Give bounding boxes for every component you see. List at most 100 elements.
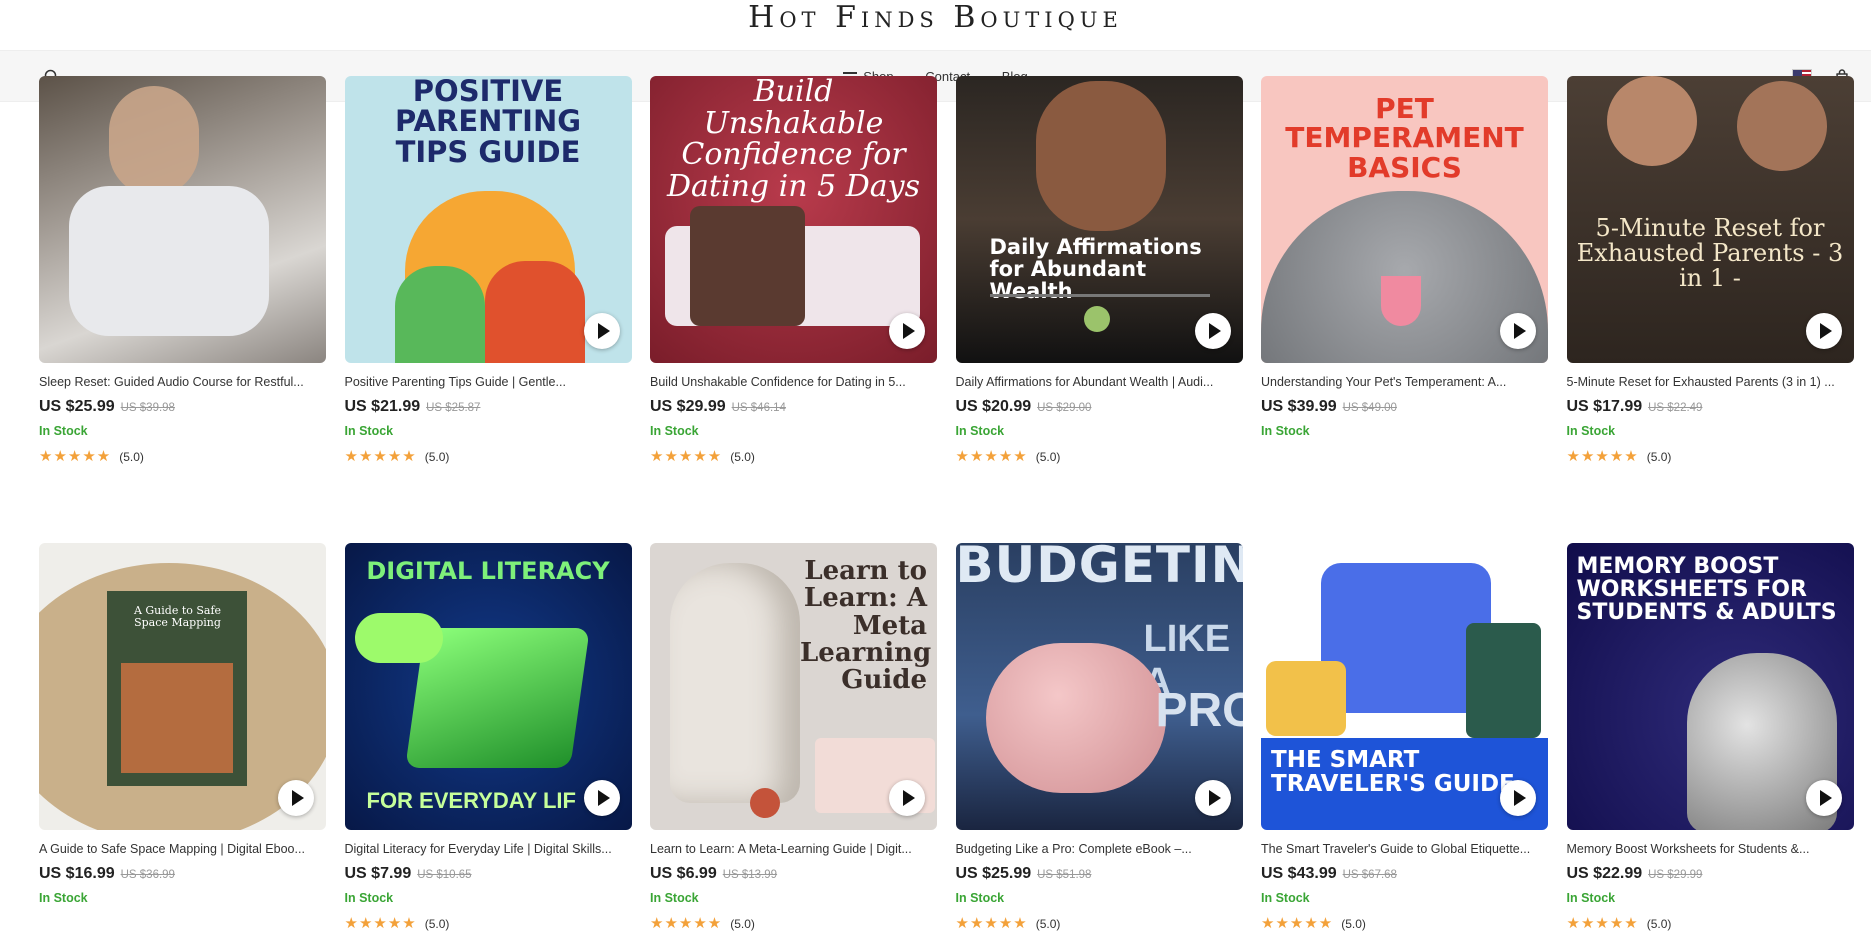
price-row: US $25.99 US $51.98 [956, 865, 1243, 883]
product-card[interactable]: Daily Affirmations for Abundant Wealth Da… [955, 76, 1243, 465]
product-old-price: US $36.99 [120, 869, 175, 881]
play-video-button[interactable] [1500, 780, 1536, 816]
rating-value: (5.0) [1646, 450, 1672, 464]
play-video-button[interactable] [889, 780, 925, 816]
product-card[interactable]: Learn to Learn: A Meta Learning Guide Lea… [650, 543, 937, 932]
cover-title-text: Build Unshakable Confidence for Dating i… [666, 76, 920, 204]
product-title[interactable]: Sleep Reset: Guided Audio Course for Res… [39, 375, 326, 389]
cover-title-text: DIGITAL LITERACY [366, 557, 610, 585]
product-card[interactable]: DIGITAL LITERACY FOR EVERYDAY LIF Digital … [344, 543, 632, 932]
product-old-price: US $51.98 [1037, 869, 1092, 881]
product-image[interactable] [39, 76, 326, 363]
product-rating: ★★★★★ (5.0) [956, 914, 1243, 932]
product-rating: ★★★★★ (5.0) [39, 447, 326, 465]
product-image[interactable]: MEMORY BOOST WORKSHEETS FOR STUDENTS & A… [1566, 543, 1854, 830]
rating-value: (5.0) [730, 917, 755, 931]
product-old-price: US $13.99 [722, 869, 778, 881]
product-card[interactable]: Sleep Reset: Guided Audio Course for Res… [39, 76, 326, 465]
stock-status: In Stock [1566, 891, 1616, 905]
product-price: US $43.99 [1261, 865, 1337, 882]
rating-value: (5.0) [1341, 917, 1366, 931]
product-old-price: US $39.98 [120, 402, 175, 414]
play-video-button[interactable] [278, 780, 314, 816]
product-price: US $22.99 [1566, 865, 1643, 882]
product-rating: ★★★★★ (5.0) [650, 914, 937, 932]
rating-value: (5.0) [424, 450, 450, 464]
product-rating: ★★★★★ (5.0) [1567, 914, 1854, 932]
product-image[interactable]: Build Unshakable Confidence for Dating i… [650, 76, 937, 363]
product-title[interactable]: Build Unshakable Confidence for Dating i… [650, 375, 937, 389]
product-title[interactable]: Budgeting Like a Pro: Complete eBook –..… [956, 842, 1243, 856]
cover-title-text: Learn to Learn: A Meta Learning Guide [800, 556, 932, 696]
product-old-price: US $25.87 [426, 402, 481, 414]
product-price: US $16.99 [39, 865, 115, 882]
product-image[interactable]: THE SMART TRAVELER'S GUIDE [1261, 543, 1548, 830]
product-card[interactable]: A Guide to Safe Space Mapping A Guide to … [39, 543, 326, 905]
product-old-price: US $49.00 [1342, 402, 1397, 414]
stock-status: In Stock [1261, 424, 1310, 438]
product-title[interactable]: Memory Boost Worksheets for Students &..… [1567, 842, 1854, 856]
cover-title-text: 5-Minute Reset for Exhausted Parents - 3… [1576, 214, 1844, 293]
product-title[interactable]: Daily Affirmations for Abundant Wealth |… [956, 375, 1243, 389]
product-price: US $20.99 [955, 398, 1032, 415]
product-card[interactable]: 5-Minute Reset for Exhausted Parents - 3… [1566, 76, 1854, 465]
cover-title-text: Daily Affirmations for Abundant Wealth [989, 235, 1202, 304]
product-price: US $25.99 [955, 865, 1032, 882]
product-title[interactable]: 5-Minute Reset for Exhausted Parents (3 … [1567, 375, 1854, 389]
product-price: US $7.99 [344, 865, 412, 882]
product-card[interactable]: PET TEMPERAMENT BASICS Understanding Your… [1261, 76, 1548, 438]
product-title[interactable]: Positive Parenting Tips Guide | Gentle..… [345, 375, 632, 389]
price-row: US $16.99 US $36.99 [39, 865, 326, 883]
product-title[interactable]: A Guide to Safe Space Mapping | Digital … [39, 842, 326, 856]
product-price: US $39.99 [1261, 398, 1337, 415]
play-video-button[interactable] [583, 313, 620, 349]
stock-status: In Stock [955, 891, 1005, 905]
play-video-button[interactable] [583, 780, 620, 816]
product-image[interactable]: PET TEMPERAMENT BASICS [1261, 76, 1548, 363]
play-video-button[interactable] [1194, 780, 1231, 816]
play-video-button[interactable] [1500, 313, 1536, 349]
product-card[interactable]: MEMORY BOOST WORKSHEETS FOR STUDENTS & A… [1566, 543, 1854, 932]
star-rating-icon: ★★★★★ [1566, 448, 1639, 465]
product-old-price: US $22.49 [1648, 402, 1703, 414]
product-title[interactable]: Understanding Your Pet's Temperament: A.… [1261, 375, 1548, 389]
play-video-button[interactable] [1805, 313, 1842, 349]
stock-status: In Stock [39, 424, 88, 438]
product-image[interactable]: A Guide to Safe Space Mapping [39, 543, 326, 830]
product-image[interactable]: 5-Minute Reset for Exhausted Parents - 3… [1566, 76, 1854, 363]
stock-status: In Stock [955, 424, 1005, 438]
product-title[interactable]: The Smart Traveler's Guide to Global Eti… [1261, 842, 1548, 856]
cover-title-text: POSITIVE PARENTING TIPS GUIDE [394, 76, 582, 169]
rating-value: (5.0) [1646, 917, 1672, 931]
product-image[interactable]: BUDGETINGLIKE APRO [955, 543, 1243, 830]
play-video-button[interactable] [1805, 780, 1842, 816]
star-rating-icon: ★★★★★ [1566, 915, 1639, 932]
play-video-button[interactable] [889, 313, 925, 349]
product-image[interactable]: POSITIVE PARENTING TIPS GUIDE [344, 76, 632, 363]
product-card[interactable]: BUDGETINGLIKE APRO Budgeting Like a Pro: … [955, 543, 1243, 932]
product-title[interactable]: Learn to Learn: A Meta-Learning Guide | … [650, 842, 937, 856]
brand-title[interactable]: Hot Finds Boutique [0, 0, 1871, 36]
stock-status: In Stock [39, 891, 88, 905]
stock-status: In Stock [344, 424, 394, 438]
star-rating-icon: ★★★★★ [650, 915, 723, 932]
star-rating-icon: ★★★★★ [344, 448, 417, 465]
product-card[interactable]: Build Unshakable Confidence for Dating i… [650, 76, 937, 465]
product-image[interactable]: DIGITAL LITERACY FOR EVERYDAY LIF [344, 543, 632, 830]
stock-status: In Stock [1566, 424, 1616, 438]
product-card[interactable]: POSITIVE PARENTING TIPS GUIDE Positive Pa… [344, 76, 632, 465]
stock-status: In Stock [344, 891, 394, 905]
play-video-button[interactable] [1194, 313, 1231, 349]
price-row: US $6.99 US $13.99 [650, 865, 937, 883]
product-card[interactable]: THE SMART TRAVELER'S GUIDE The Smart Trav… [1261, 543, 1548, 932]
product-price: US $29.99 [650, 398, 726, 415]
star-rating-icon: ★★★★★ [39, 448, 112, 465]
cover-title-text: BUDGETING [955, 543, 1243, 594]
product-old-price: US $29.99 [1648, 869, 1703, 881]
product-title[interactable]: Digital Literacy for Everyday Life | Dig… [345, 842, 632, 856]
product-image[interactable]: Daily Affirmations for Abundant Wealth [955, 76, 1243, 363]
product-image[interactable]: Learn to Learn: A Meta Learning Guide [650, 543, 937, 830]
price-row: US $7.99 US $10.65 [345, 865, 632, 883]
brand-header: Hot Finds Boutique [0, 0, 1871, 50]
rating-value: (5.0) [1035, 450, 1061, 464]
